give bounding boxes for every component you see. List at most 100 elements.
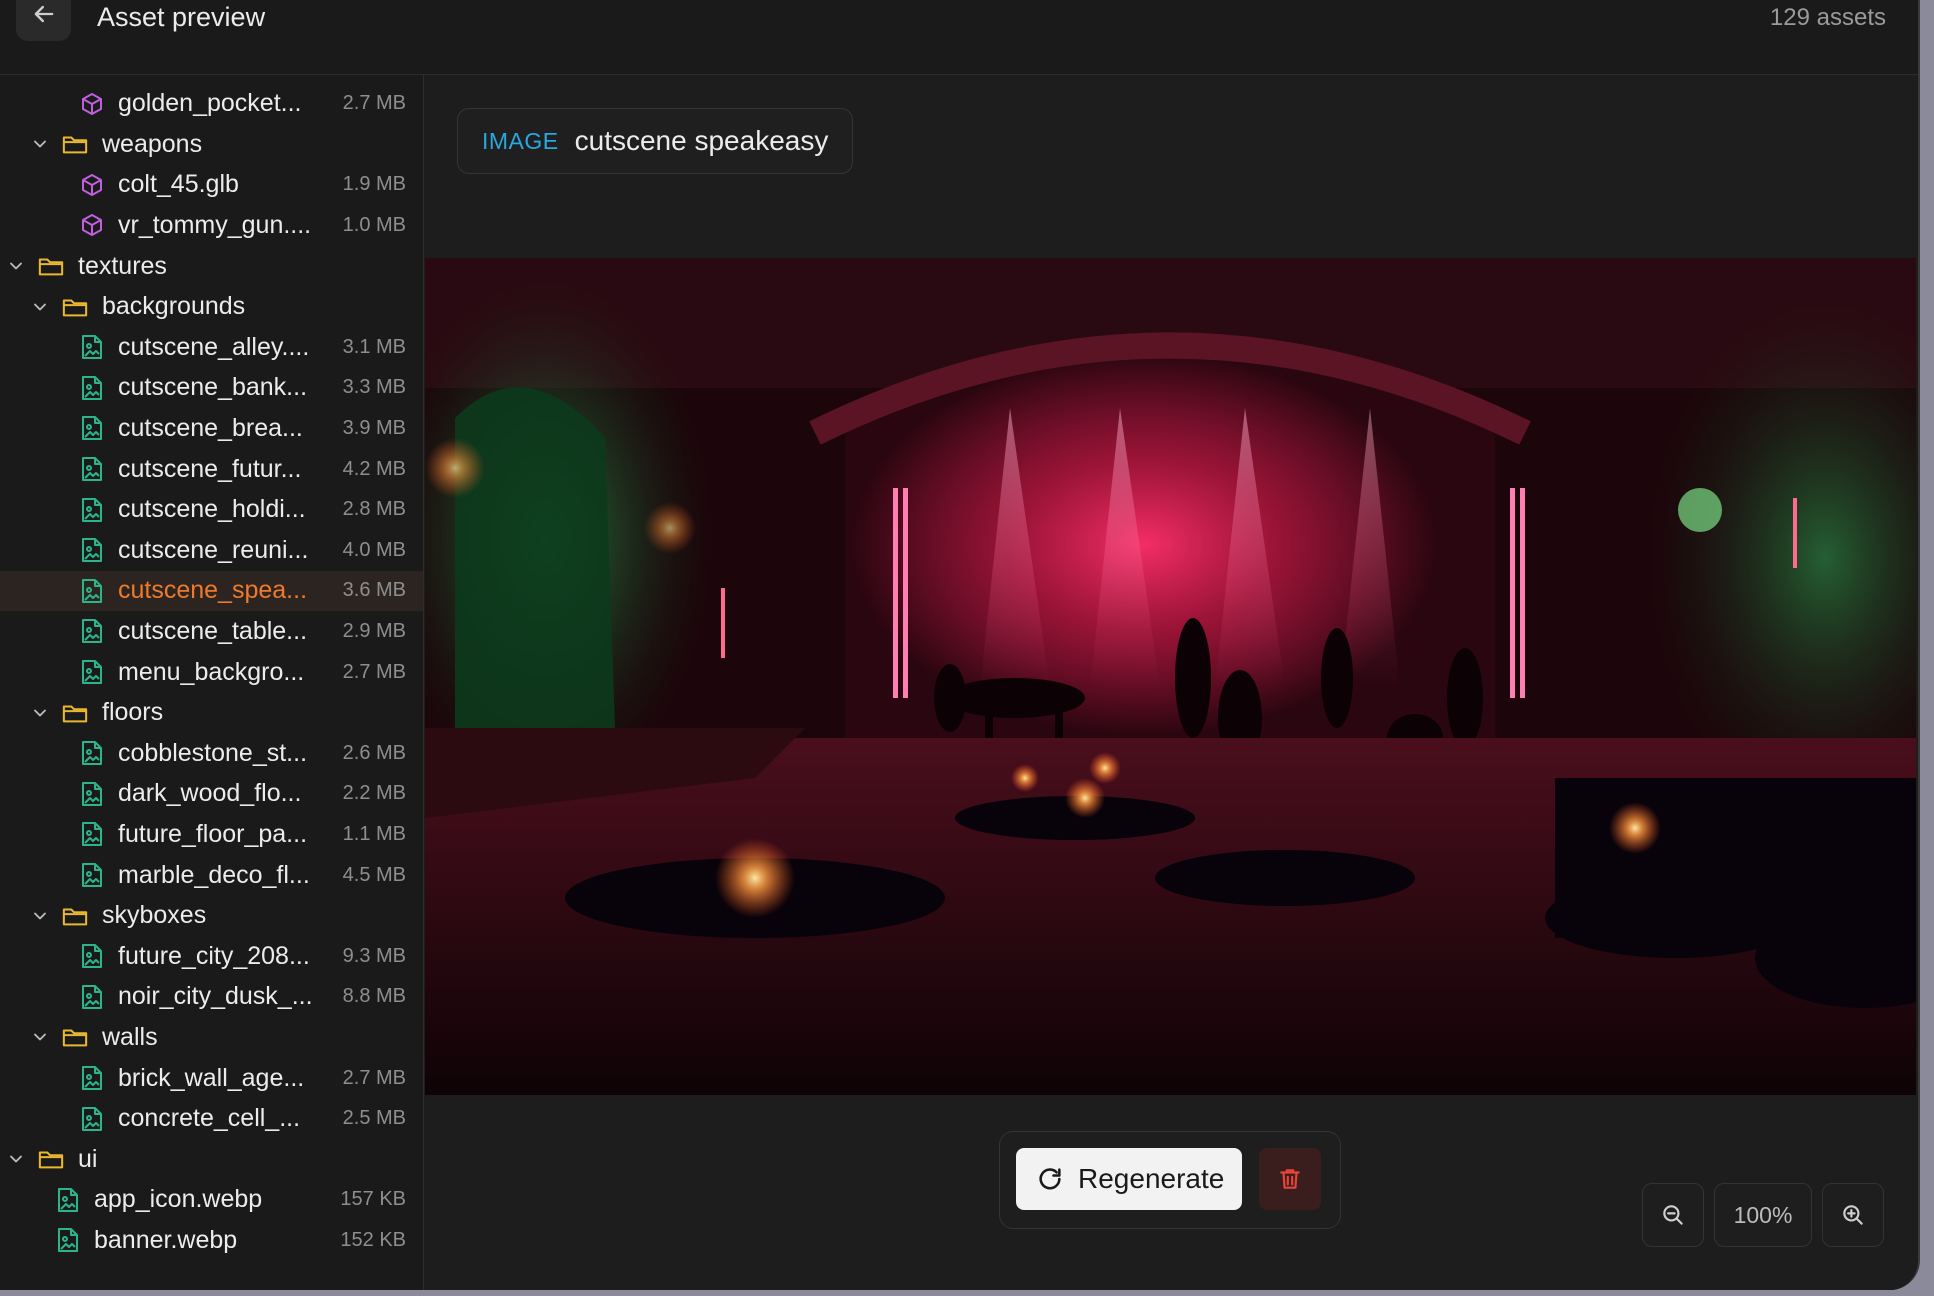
tree-file-golden-pocket[interactable]: golden_pocket... 2.7 MB bbox=[0, 84, 423, 124]
tree-item-label: cutscene_futur... bbox=[118, 454, 302, 483]
file-size: 9.3 MB bbox=[342, 944, 406, 967]
chevron-down-icon[interactable] bbox=[30, 1027, 50, 1047]
tree-item-label: skyboxes bbox=[102, 901, 207, 930]
tree-file-vr-tommy-gun[interactable]: vr_tommy_gun.... 1.0 MB bbox=[0, 205, 423, 245]
tree-item-label: walls bbox=[102, 1022, 158, 1051]
folder-icon bbox=[62, 701, 88, 725]
tree-file-colt-45-glb[interactable]: colt_45.glb 1.9 MB bbox=[0, 165, 423, 205]
tree-item-label: future_city_208... bbox=[118, 941, 310, 970]
tree-item-label: golden_pocket... bbox=[118, 89, 302, 118]
file-size: 3.6 MB bbox=[342, 579, 406, 602]
tree-file-noir-city-dusk[interactable]: noir_city_dusk_... 8.8 MB bbox=[0, 977, 423, 1017]
tree-folder-skyboxes[interactable]: skyboxes bbox=[0, 896, 423, 936]
tree-file-cutscene-spea[interactable]: cutscene_spea... 3.6 MB bbox=[0, 570, 423, 611]
page-title: Asset preview bbox=[97, 2, 266, 32]
zoom-in-button[interactable] bbox=[1822, 1183, 1884, 1247]
zoom-level-button[interactable]: 100% bbox=[1714, 1183, 1812, 1247]
image-file-icon bbox=[80, 740, 104, 766]
image-file-icon bbox=[56, 1187, 80, 1213]
tree-folder-walls[interactable]: walls bbox=[0, 1017, 423, 1057]
folder-icon bbox=[62, 1025, 88, 1049]
tree-file-menu-backgro[interactable]: menu_backgro... 2.7 MB bbox=[0, 652, 423, 692]
zoom-out-button[interactable] bbox=[1642, 1183, 1704, 1247]
zoom-in-icon bbox=[1843, 1205, 1863, 1225]
tree-item-label: dark_wood_flo... bbox=[118, 779, 302, 808]
cube-icon bbox=[80, 91, 104, 117]
image-file-icon bbox=[80, 659, 104, 685]
regenerate-button[interactable]: Regenerate bbox=[1016, 1148, 1242, 1210]
file-size: 2.9 MB bbox=[342, 619, 406, 642]
tree-file-dark-wood-flo[interactable]: dark_wood_flo... 2.2 MB bbox=[0, 774, 423, 814]
tree-item-label: colt_45.glb bbox=[118, 170, 239, 199]
file-size: 1.1 MB bbox=[342, 822, 406, 845]
image-file-icon bbox=[80, 821, 104, 847]
file-size: 152 KB bbox=[340, 1228, 406, 1251]
tree-file-cutscene-table[interactable]: cutscene_table... 2.9 MB bbox=[0, 611, 423, 651]
refresh-icon bbox=[1039, 1168, 1061, 1190]
chevron-down-icon[interactable] bbox=[30, 906, 50, 926]
tree-item-label: items bbox=[102, 75, 162, 78]
image-file-icon bbox=[80, 578, 104, 604]
chevron-down-icon[interactable] bbox=[30, 703, 50, 723]
tree-file-future-city-208[interactable]: future_city_208... 9.3 MB bbox=[0, 936, 423, 976]
chevron-down-icon[interactable] bbox=[6, 1149, 26, 1169]
back-button[interactable] bbox=[16, 0, 71, 41]
file-size: 4.2 MB bbox=[342, 457, 406, 480]
tree-file-marble-deco-fl[interactable]: marble_deco_fl... 4.5 MB bbox=[0, 855, 423, 895]
image-file-icon bbox=[80, 943, 104, 969]
image-file-icon bbox=[80, 1106, 104, 1132]
folder-icon bbox=[62, 295, 88, 319]
tree-file-banner-webp[interactable]: banner.webp 152 KB bbox=[0, 1220, 423, 1260]
tree-file-cutscene-bank[interactable]: cutscene_bank... 3.3 MB bbox=[0, 368, 423, 408]
tree-folder-textures[interactable]: textures bbox=[0, 246, 423, 286]
chevron-down-icon[interactable] bbox=[30, 134, 50, 154]
tree-item-label: cutscene_reuni... bbox=[118, 535, 309, 564]
tree-folder-floors[interactable]: floors bbox=[0, 693, 423, 733]
file-size: 2.6 MB bbox=[342, 741, 406, 764]
tree-file-cutscene-brea[interactable]: cutscene_brea... 3.9 MB bbox=[0, 408, 423, 448]
image-file-icon bbox=[56, 1227, 80, 1253]
image-file-icon bbox=[80, 537, 104, 563]
tree-item-label: cutscene_alley.... bbox=[118, 332, 310, 361]
image-file-icon bbox=[80, 456, 104, 482]
speakeasy-scene-image bbox=[425, 258, 1916, 1095]
regenerate-label: Regenerate bbox=[1078, 1163, 1225, 1194]
tree-item-label: future_floor_pa... bbox=[118, 819, 308, 848]
chevron-down-icon[interactable] bbox=[6, 256, 26, 276]
tree-folder-weapons[interactable]: weapons bbox=[0, 124, 423, 164]
tree-file-cobblestone-st[interactable]: cobblestone_st... 2.6 MB bbox=[0, 733, 423, 773]
cube-icon bbox=[80, 172, 104, 198]
folder-icon bbox=[38, 254, 64, 278]
file-size: 2.2 MB bbox=[342, 782, 406, 805]
tree-folder-backgrounds[interactable]: backgrounds bbox=[0, 287, 423, 327]
tree-item-label: vr_tommy_gun.... bbox=[118, 210, 312, 239]
tree-item-label: app_icon.webp bbox=[94, 1185, 263, 1214]
image-file-icon bbox=[80, 862, 104, 888]
chevron-down-icon[interactable] bbox=[30, 297, 50, 317]
tree-item-label: cutscene_spea... bbox=[118, 576, 308, 605]
tree-item-label: concrete_cell_... bbox=[118, 1104, 301, 1133]
tree-item-label: cutscene_brea... bbox=[118, 413, 303, 442]
zoom-out-icon bbox=[1663, 1205, 1683, 1225]
delete-button[interactable] bbox=[1259, 1148, 1321, 1210]
tree-item-label: ui bbox=[78, 1144, 98, 1173]
tree-item-label: backgrounds bbox=[102, 292, 246, 321]
file-size: 2.5 MB bbox=[342, 1107, 406, 1130]
tree-file-cutscene-reuni[interactable]: cutscene_reuni... 4.0 MB bbox=[0, 530, 423, 570]
tree-file-cutscene-holdi[interactable]: cutscene_holdi... 2.8 MB bbox=[0, 490, 423, 530]
file-size: 4.5 MB bbox=[342, 863, 406, 886]
tree-folder-items[interactable]: items bbox=[0, 75, 423, 83]
tree-file-cutscene-futur[interactable]: cutscene_futur... 4.2 MB bbox=[0, 449, 423, 489]
file-size: 3.9 MB bbox=[342, 416, 406, 439]
tree-file-cutscene-alley[interactable]: cutscene_alley.... 3.1 MB bbox=[0, 327, 423, 367]
tree-item-label: cutscene_table... bbox=[118, 616, 308, 645]
tree-file-brick-wall-age[interactable]: brick_wall_age... 2.7 MB bbox=[0, 1058, 423, 1098]
tree-file-concrete-cell[interactable]: concrete_cell_... 2.5 MB bbox=[0, 1099, 423, 1139]
tree-file-app-icon-webp[interactable]: app_icon.webp 157 KB bbox=[0, 1180, 423, 1220]
asset-tree: items golden_pocket... 2.7 MB weapons colt_4… bbox=[0, 75, 424, 1290]
tree-item-label: floors bbox=[102, 698, 164, 727]
tree-file-future-floor-pa[interactable]: future_floor_pa... 1.1 MB bbox=[0, 814, 423, 854]
tree-folder-ui[interactable]: ui bbox=[0, 1139, 423, 1179]
file-size: 2.8 MB bbox=[342, 498, 406, 521]
folder-icon bbox=[38, 1147, 64, 1171]
